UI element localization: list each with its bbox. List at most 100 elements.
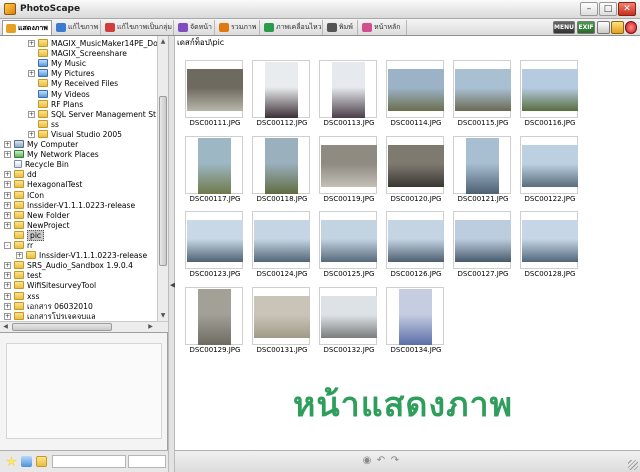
close-button[interactable]: ✕ [618,2,636,16]
thumbnail-view[interactable]: เดสก์ท็อป\pic DSC00111.JPG DSC00112.JPG DS… [175,36,640,450]
menu-button[interactable]: MENU [553,21,575,34]
preview-area [6,343,162,439]
open-folder-icon[interactable] [36,456,47,467]
expand-toggle-icon[interactable]: + [4,262,11,270]
expand-toggle-icon[interactable]: + [4,272,11,280]
expand-toggle-icon[interactable]: + [4,221,11,229]
expand-toggle-icon[interactable]: + [28,70,35,78]
thumbnail-filename: DSC00112.JPG [256,119,308,127]
thumbnail-item[interactable]: DSC00112.JPG [252,60,310,128]
expand-toggle-icon[interactable]: + [4,181,11,189]
expand-toggle-icon[interactable]: + [4,302,11,310]
window-layout-icon[interactable] [597,21,610,34]
photo-thumbnail [522,220,578,262]
thumbnail-frame [185,287,243,345]
refresh-folder-icon[interactable] [21,456,32,467]
tab-3[interactable]: แก้ไขภาพเป็นกลุ่ม [102,20,174,35]
tab-5[interactable]: รวมภาพ [216,20,260,35]
thumbnail-item[interactable]: DSC00118.JPG [252,136,310,204]
folder-icon [38,39,48,47]
tab-1[interactable]: แสดงภาพ [2,20,52,35]
thumbnail-item[interactable]: DSC00114.JPG [386,60,444,128]
photo-thumbnail [254,220,310,262]
thumbnail-item[interactable]: DSC00115.JPG [453,60,511,128]
minimize-button[interactable]: – [580,2,598,16]
thumbnail-item[interactable]: DSC00120.JPG [386,136,444,204]
thumbnail-item[interactable]: DSC00127.JPG [453,211,511,279]
expand-toggle-icon[interactable]: + [28,130,35,138]
expand-toggle-icon[interactable]: + [4,211,11,219]
thumbnail-item[interactable]: DSC00111.JPG [185,60,243,128]
expand-toggle-icon[interactable]: + [4,312,11,320]
tab-7[interactable]: พิมพ์ [324,20,358,35]
expand-toggle-icon[interactable]: + [4,292,11,300]
thumbnail-filename: DSC00114.JPG [390,119,442,127]
favorite-star-icon[interactable] [6,456,17,467]
scroll-up-arrow-icon[interactable]: ▲ [159,37,167,46]
photo-thumbnail [455,69,511,111]
thumbnail-item[interactable]: DSC00119.JPG [319,136,377,204]
expand-toggle-icon[interactable]: + [4,201,11,209]
scroll-right-arrow-icon[interactable]: ▶ [146,323,155,331]
folder-icon [38,109,48,118]
tree-horizontal-scrollbar[interactable]: ◀ ▶ [0,321,168,332]
tab-6[interactable]: ภาพเคลื่อนไหว [261,20,323,35]
thumbnail-item[interactable]: DSC00121.JPG [453,136,511,204]
thumbnail-item[interactable]: DSC00126.JPG [386,211,444,279]
folder-icon [14,190,24,199]
thumbnail-filename: DSC00129.JPG [189,346,241,354]
thumbnail-item[interactable]: DSC00124.JPG [252,211,310,279]
maximize-button[interactable]: □ [599,2,617,16]
expand-toggle-icon[interactable]: + [4,151,11,159]
preview-panel [0,332,168,450]
tree-item-label: Inssider-V1.1.1.0223-release [39,251,148,261]
slideshow-icon[interactable]: ◉ [361,455,373,467]
settings-icon[interactable] [611,21,624,34]
expand-toggle-icon[interactable]: + [4,171,11,179]
tree-item[interactable]: + เอกสารโปรเจคจบแล [4,311,96,321]
scroll-down-arrow-icon[interactable]: ▼ [159,311,167,320]
thumbnail-item[interactable]: DSC00131.JPG [252,287,310,355]
exif-button[interactable]: EXIF [577,21,595,34]
thumbnail-item[interactable]: DSC00132.JPG [319,287,377,355]
panel-splitter[interactable]: ◀ [168,36,175,472]
collapse-toggle-icon[interactable]: - [4,242,11,249]
thumbnail-item[interactable]: DSC00125.JPG [319,211,377,279]
thumbnail-item[interactable]: DSC00129.JPG [185,287,243,355]
thumbnail-filename: DSC00125.JPG [323,270,375,278]
gif-icon [264,23,274,32]
tree-item-label: SRS_Audio_Sandbox 1.9.0.4 [27,261,133,271]
tab-8[interactable]: หน้าหลัก [359,20,407,35]
expand-toggle-icon [28,58,35,65]
tree-vertical-scrollbar[interactable]: ▲ ▼ [157,36,168,321]
expand-toggle-icon[interactable]: + [28,40,35,47]
tree-scroll-thumb[interactable] [159,96,167,266]
tree-item-label: เอกสารโปรเจคจบแล [27,311,96,321]
resize-grip[interactable] [628,460,638,470]
thumbnail-frame [319,211,377,269]
tree-item-label: My Pictures [51,69,95,79]
thumbnail-item[interactable]: DSC00116.JPG [520,60,578,128]
thumbnail-item[interactable]: DSC00122.JPG [520,136,578,204]
photo-thumbnail [332,62,365,118]
thumbnail-filename: DSC00132.JPG [323,346,375,354]
tree-hscroll-thumb[interactable] [12,323,112,331]
folder-tree[interactable]: + MAGIX_MusicMaker14PE_Do MAGIX_Screenshar… [0,36,168,321]
expand-toggle-icon[interactable]: + [28,110,35,118]
tab-label: แสดงภาพ [18,24,48,32]
tab-2[interactable]: แก้ไขภาพ [53,20,101,35]
expand-toggle-icon[interactable]: + [4,141,11,148]
expand-toggle-icon[interactable]: + [4,191,11,199]
thumbnail-item[interactable]: DSC00113.JPG [319,60,377,128]
thumbnail-item[interactable]: DSC00134.JPG [386,287,444,355]
scroll-left-arrow-icon[interactable]: ◀ [1,323,10,331]
rotate-left-icon[interactable]: ↶ [375,455,387,467]
expand-toggle-icon[interactable]: + [4,282,11,290]
thumbnail-item[interactable]: DSC00117.JPG [185,136,243,204]
thumbnail-item[interactable]: DSC00128.JPG [520,211,578,279]
thumbnail-item[interactable]: DSC00123.JPG [185,211,243,279]
tab-4[interactable]: จัดหน้า [175,20,215,35]
rotate-right-icon[interactable]: ↷ [389,455,401,467]
help-icon[interactable] [625,21,637,34]
expand-toggle-icon[interactable]: + [16,252,23,260]
